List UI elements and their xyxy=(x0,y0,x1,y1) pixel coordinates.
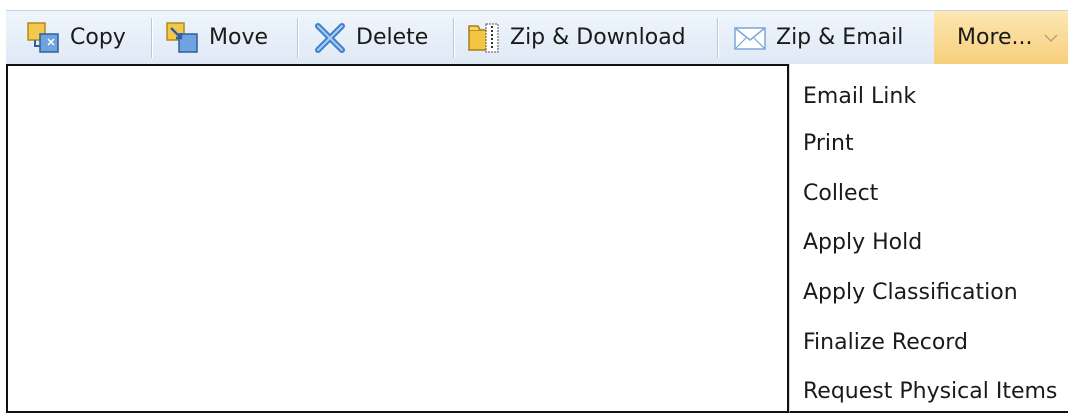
move-icon xyxy=(165,20,201,56)
menu-item-finalize-record[interactable]: Finalize Record xyxy=(803,323,968,363)
zip-email-label: Zip & Email xyxy=(776,25,904,50)
more-label: More... xyxy=(957,25,1033,50)
move-label: Move xyxy=(209,25,268,50)
zip-download-label: Zip & Download xyxy=(510,25,686,50)
chevron-down-icon xyxy=(1043,30,1059,46)
delete-button[interactable]: Delete xyxy=(312,11,428,64)
menu-item-apply-hold[interactable]: Apply Hold xyxy=(803,223,922,263)
more-dropdown-button[interactable]: More... xyxy=(934,11,1068,64)
copy-icon xyxy=(26,20,62,56)
copy-label: Copy xyxy=(70,25,126,50)
toolbar-separator xyxy=(453,18,455,58)
menu-item-apply-classification[interactable]: Apply Classification xyxy=(803,273,1018,313)
delete-label: Delete xyxy=(356,25,429,50)
menu-item-print[interactable]: Print xyxy=(803,124,854,164)
more-dropdown-menu: Email Link Print Collect Apply Hold Appl… xyxy=(789,64,1068,413)
menu-item-collect[interactable]: Collect xyxy=(803,174,878,214)
menu-item-request-physical-items[interactable]: Request Physical Items xyxy=(803,372,1057,412)
move-button[interactable]: Move xyxy=(165,11,268,64)
zip-download-button[interactable]: Zip & Download xyxy=(466,11,686,64)
copy-button[interactable]: Copy xyxy=(26,11,126,64)
action-toolbar: Copy Move Delete Zip & Download Zip & Em… xyxy=(6,10,1068,64)
delete-icon xyxy=(312,20,348,56)
content-panel xyxy=(6,64,789,413)
toolbar-separator xyxy=(297,18,299,58)
zip-email-button[interactable]: Zip & Email xyxy=(732,11,903,64)
envelope-icon xyxy=(732,20,768,56)
toolbar-separator xyxy=(151,18,153,58)
menu-item-email-link[interactable]: Email Link xyxy=(803,77,916,117)
zip-folder-icon xyxy=(466,20,502,56)
toolbar-separator xyxy=(717,18,719,58)
